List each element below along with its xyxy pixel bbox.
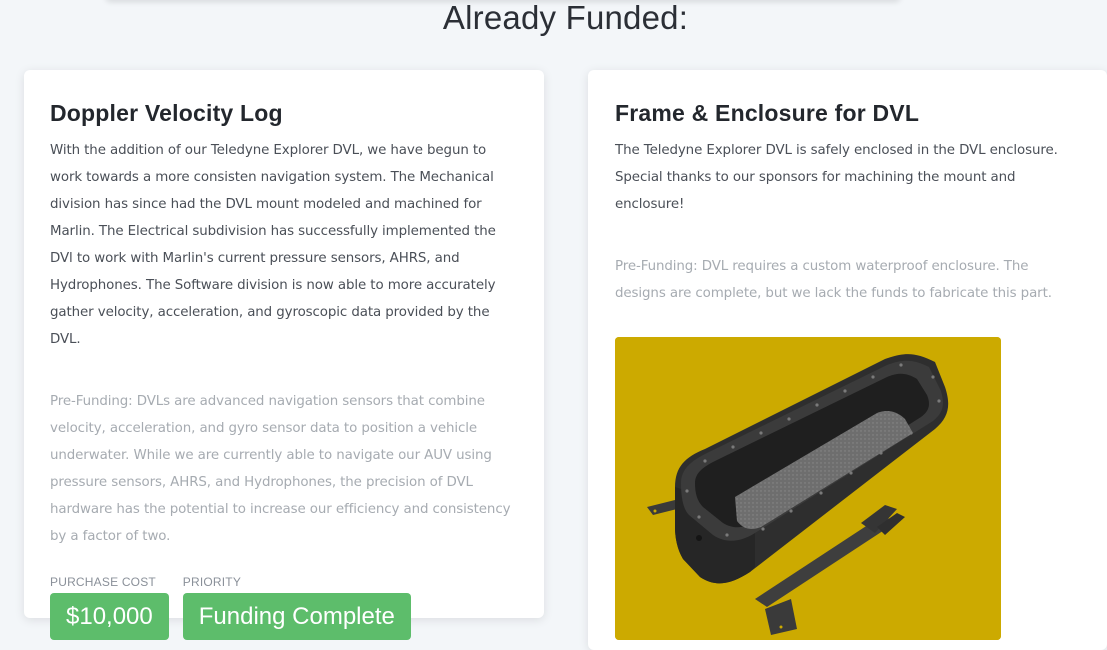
card-meta-row: PURCHASE COST $10,000 PRIORITY Funding C… [50, 575, 518, 640]
priority-group: PRIORITY Funding Complete [182, 575, 411, 640]
card-prefunding-text: Pre-Funding: DVL requires a custom water… [615, 259, 1052, 301]
card-prefunding-text: Pre-Funding: DVLs are advanced navigatio… [50, 394, 511, 544]
section-title: Already Funded: [442, 0, 689, 36]
card-title: Frame & Enclosure for DVL [615, 100, 920, 126]
card-description: The Teledyne Explorer DVL is safely encl… [615, 143, 1058, 212]
funded-card-dvl: Doppler Velocity Log With the addition o… [24, 70, 544, 640]
card-description: With the addition of our Teledyne Explor… [50, 143, 496, 347]
purchase-cost-group: PURCHASE COST $10,000 [50, 575, 169, 640]
priority-badge: Funding Complete [182, 593, 411, 640]
card-title: Doppler Velocity Log [50, 100, 283, 126]
enclosure-render-image [615, 337, 1001, 640]
purchase-cost-label: PURCHASE COST [50, 575, 156, 589]
priority-label: PRIORITY [182, 575, 242, 589]
funded-card-enclosure: Frame & Enclosure for DVL The Teledyne E… [588, 70, 1107, 650]
purchase-cost-badge: $10,000 [50, 593, 169, 640]
